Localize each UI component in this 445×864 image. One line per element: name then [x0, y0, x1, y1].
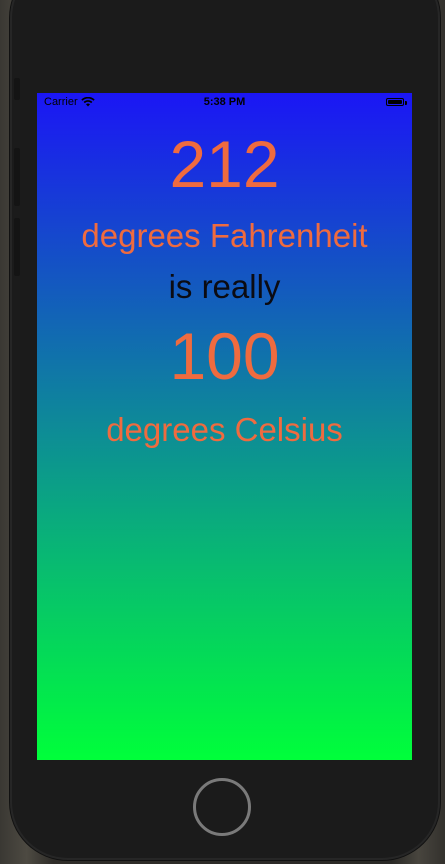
celsius-value: 100	[169, 319, 280, 393]
battery-level-fill	[388, 100, 402, 104]
fahrenheit-label: degrees Fahrenheit	[81, 217, 368, 254]
fahrenheit-value: 212	[169, 127, 280, 201]
battery-nub	[405, 101, 407, 105]
mute-switch	[14, 78, 20, 100]
connector-label: is really	[168, 268, 281, 305]
app-screen: Carrier 5:38 PM 212 degrees Fahrenheit i…	[37, 93, 412, 760]
home-button[interactable]	[193, 778, 251, 836]
volume-down-button	[14, 218, 20, 276]
battery-icon	[386, 98, 404, 106]
status-time: 5:38 PM	[203, 96, 246, 108]
volume-up-button	[14, 148, 20, 206]
status-bar: Carrier 5:38 PM	[37, 93, 412, 113]
celsius-label: degrees Celsius	[106, 411, 343, 448]
